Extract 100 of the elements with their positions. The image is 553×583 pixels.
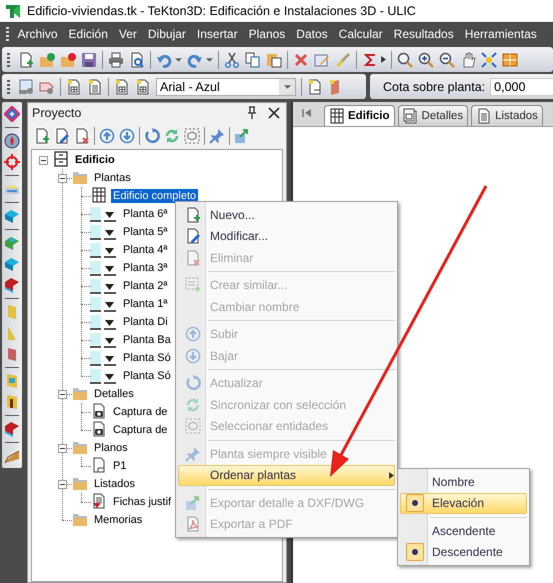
l-block-icon[interactable] [4, 235, 20, 251]
sum-icon[interactable] [362, 52, 378, 68]
tree-item[interactable]: Captura de [111, 405, 170, 419]
tree-item[interactable]: Planta 6ª [121, 207, 170, 221]
collapse-toggle[interactable] [58, 174, 67, 182]
tree-item[interactable]: Planta 2ª [121, 279, 170, 293]
document-tab[interactable]: Edificio [324, 105, 395, 126]
cut-icon[interactable] [224, 52, 240, 68]
tree-item[interactable]: Planta 1ª [121, 297, 170, 311]
tree-item[interactable]: Captura de [111, 423, 170, 437]
collapse-toggle[interactable] [58, 444, 67, 452]
l-block-icon[interactable] [4, 421, 20, 437]
tree-item[interactable]: Planta 3ª [121, 261, 170, 275]
export-icon[interactable] [234, 128, 250, 144]
grip-handle[interactable] [7, 80, 10, 94]
close-icon[interactable] [266, 105, 282, 121]
create-similar-icon [185, 277, 201, 294]
tree-item[interactable]: Listados [92, 477, 137, 491]
properties-icon[interactable] [314, 52, 330, 68]
tree-item[interactable]: Planta Só [121, 351, 173, 365]
document-tab[interactable]: Detalles [398, 105, 468, 126]
menu-item[interactable]: Archivo [12, 27, 64, 41]
l-block-icon[interactable] [4, 208, 20, 224]
printer-icon[interactable] [108, 52, 124, 68]
select-entities-icon[interactable] [184, 128, 200, 144]
menu-item[interactable]: Nombre [400, 471, 527, 492]
zoom-in-icon[interactable] [418, 52, 434, 68]
delete-document-icon[interactable] [74, 128, 90, 144]
move-up-icon[interactable] [99, 128, 115, 144]
collapse-toggle[interactable] [58, 390, 67, 398]
compass-icon[interactable] [4, 133, 20, 149]
menu-item[interactable]: Resultados [388, 27, 460, 41]
level-icon [90, 278, 118, 294]
stair-icon[interactable] [4, 448, 20, 464]
tree-item[interactable]: Edificio [73, 153, 117, 167]
menu-item[interactable]: Modificar... [178, 226, 395, 247]
tree-item[interactable]: P1 [111, 459, 128, 473]
collapse-toggle[interactable] [58, 480, 67, 488]
sheet-document-icon[interactable] [307, 78, 323, 94]
grid-icon [91, 186, 107, 202]
panel-title: Proyecto [32, 106, 82, 120]
open-folder-icon[interactable] [39, 52, 55, 68]
tree-item[interactable]: Detalles [92, 387, 136, 401]
save-icon[interactable] [81, 52, 97, 68]
grip-handle[interactable] [7, 52, 10, 66]
zoom-out-icon[interactable] [439, 52, 455, 68]
menu-item[interactable]: Datos [290, 27, 334, 41]
menu-item[interactable]: Ver [113, 27, 142, 41]
tree-item[interactable]: Planos [92, 441, 130, 455]
move-down-icon[interactable] [119, 128, 135, 144]
tree-item[interactable]: Planta 5ª [121, 225, 170, 239]
grid-document-icon[interactable] [114, 78, 130, 94]
new-document-icon[interactable] [18, 52, 34, 68]
new-document-icon[interactable] [34, 128, 50, 144]
grip-handle[interactable] [6, 27, 9, 41]
grid-document-icon[interactable] [135, 78, 151, 94]
expand-arrow-icon[interactable] [381, 56, 386, 63]
target-icon[interactable] [4, 154, 20, 170]
tree-item[interactable]: Memorias [92, 513, 144, 527]
l-block-icon[interactable] [4, 277, 20, 293]
menu-item[interactable]: Edición [63, 27, 114, 41]
window-title: Edificio-viviendas.tk - TeKton3D: Edificación e Instalaciones 3D - ULIC [27, 4, 416, 18]
print-preview-icon[interactable] [129, 52, 145, 68]
refresh-icon[interactable] [144, 128, 160, 144]
collapse-toggle[interactable] [39, 156, 48, 164]
menu-item[interactable]: Insertar [191, 27, 244, 41]
tree-item[interactable]: Plantas [92, 171, 133, 185]
edit-document-icon[interactable] [54, 128, 70, 144]
elevation-field[interactable]: 0,000 [490, 78, 553, 96]
copy-icon[interactable] [245, 52, 261, 68]
caret-icon[interactable] [206, 58, 213, 62]
menu-item[interactable]: Elevación [400, 492, 527, 514]
caret-icon[interactable] [175, 58, 182, 62]
tree-item[interactable]: Fichas justif [111, 495, 174, 509]
door-icon[interactable] [4, 394, 20, 410]
tree-item[interactable]: Planta Ba [121, 333, 173, 347]
menu-item[interactable]: Planos [243, 27, 291, 41]
menu-item[interactable]: Descendente [400, 542, 527, 563]
fit-view-icon[interactable] [481, 52, 497, 68]
tree-item[interactable]: Planta 4ª [121, 243, 170, 257]
table-icon[interactable] [502, 52, 518, 68]
menu-item[interactable]: Calcular [333, 27, 388, 41]
menu-item[interactable]: Ordenar plantas [178, 464, 395, 486]
menu-item[interactable]: Dibujar [142, 27, 192, 41]
menu-item[interactable]: Herramientas [459, 27, 542, 41]
menu-item[interactable]: Ascendente [400, 520, 527, 542]
zoom-icon[interactable] [397, 52, 413, 68]
grid-document-icon[interactable] [66, 78, 82, 94]
l-block-icon[interactable] [4, 256, 20, 272]
delete-icon[interactable] [293, 52, 309, 68]
paste-icon[interactable] [266, 52, 282, 68]
open-folder-icon[interactable] [60, 52, 76, 68]
text-document-icon[interactable] [87, 78, 103, 94]
tree-item[interactable]: Planta Só [121, 369, 173, 383]
document-tab[interactable]: Listados [471, 105, 543, 126]
tree-item[interactable]: Planta Di [121, 315, 170, 329]
tree-item[interactable]: Edificio completo [111, 189, 198, 203]
menu-item[interactable]: Nuevo... [178, 204, 395, 226]
ring-icon[interactable] [4, 106, 20, 122]
style-dropdown[interactable]: Arial - Azul [156, 78, 296, 96]
